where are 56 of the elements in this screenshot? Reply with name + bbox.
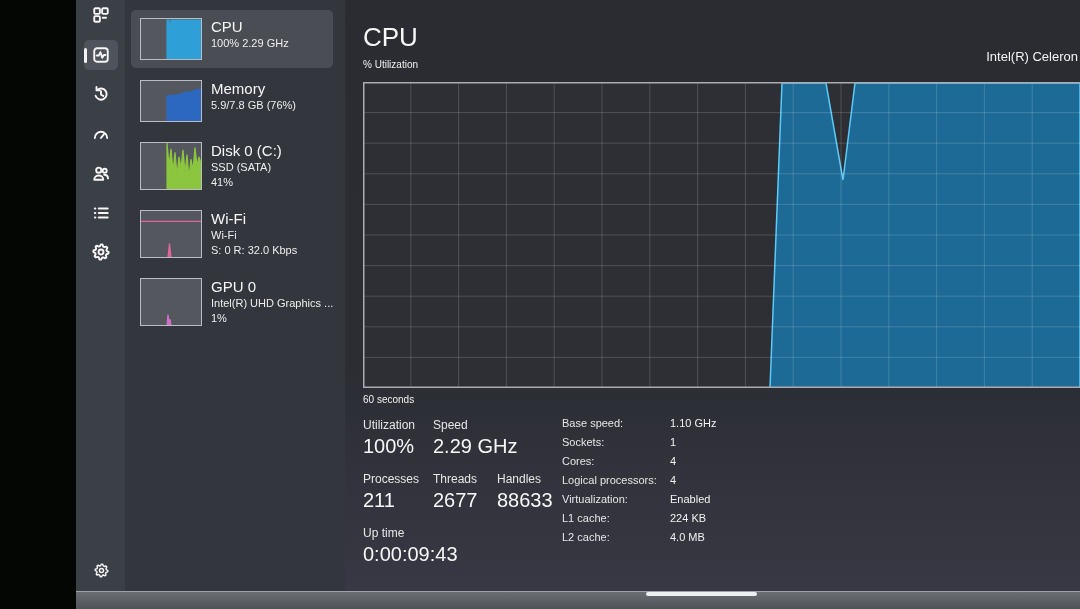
stat-value: 211 <box>363 488 395 513</box>
spec-label: Base speed: <box>562 417 624 430</box>
scrollbar-thumb[interactable] <box>646 592 757 596</box>
spec-value: 4.0 MB <box>670 531 705 544</box>
resource-name: CPU <box>211 18 243 36</box>
pulse-icon <box>92 45 110 64</box>
resource-item[interactable]: CPU 100% 2.29 GHz <box>131 10 333 68</box>
graph-label: % Utilization <box>363 59 419 71</box>
settings-icon <box>93 562 109 578</box>
stat-value: 2677 <box>433 488 478 513</box>
page-title: CPU <box>363 21 418 53</box>
spec-value: 1 <box>670 436 677 449</box>
resource-name: Wi-Fi <box>211 210 246 228</box>
stat-value: 100% <box>363 434 415 459</box>
spec-label: Virtualization: <box>562 493 628 506</box>
resource-item[interactable]: Memory 5.9/7.8 GB (76%) <box>131 72 333 130</box>
stat-label: Speed <box>433 417 468 433</box>
resource-detail: SSD (SATA) <box>211 160 272 175</box>
stat-value: 0:00:09:43 <box>363 542 458 567</box>
users-icon <box>92 164 110 182</box>
spec-value: 4 <box>670 455 677 468</box>
stat-label: Processes <box>363 471 420 487</box>
resource-detail: 1% <box>211 311 227 326</box>
stat-value: 2.29 GHz <box>433 434 518 459</box>
resource-detail: 5.9/7.8 GB (76%) <box>211 98 296 113</box>
spec-label: L1 cache: <box>562 512 610 525</box>
resource-name: GPU 0 <box>211 278 256 296</box>
resource-detail: Intel(R) UHD Graphics ... <box>211 296 334 311</box>
time-span-label: 60 seconds <box>363 394 415 406</box>
resource-item[interactable]: Disk 0 (C:) SSD (SATA) 41% <box>131 134 333 198</box>
nav-button[interactable] <box>84 39 118 70</box>
stat-label: Threads <box>433 471 478 487</box>
resource-item[interactable]: Wi-Fi Wi-Fi S: 0 R: 32.0 Kbps <box>131 202 333 266</box>
stat-label: Up time <box>363 525 405 541</box>
spec-label: L2 cache: <box>562 531 610 544</box>
spec-value: Enabled <box>670 493 711 506</box>
spec-label: Cores: <box>562 455 595 468</box>
spec-label: Logical processors: <box>562 474 657 487</box>
resource-detail: 41% <box>211 175 234 190</box>
resource-name: Memory <box>211 80 266 98</box>
blocks-icon <box>92 6 110 24</box>
spec-value: 1.10 GHz <box>670 417 717 430</box>
resource-detail: S: 0 R: 32.0 Kbps <box>211 243 298 258</box>
resource-detail: Wi-Fi <box>211 228 237 243</box>
resource-item[interactable]: GPU 0 Intel(R) UHD Graphics ... 1% <box>131 270 333 334</box>
history-icon <box>92 85 110 103</box>
spec-label: Sockets: <box>562 436 605 449</box>
gear-icon <box>92 243 110 261</box>
spec-value: 224 KB <box>670 512 707 525</box>
resource-detail: 100% 2.29 GHz <box>211 36 289 51</box>
stat-value: 88633 <box>497 488 553 513</box>
resource-name: Disk 0 (C:) <box>211 142 282 160</box>
stat-label: Utilization <box>363 417 416 433</box>
stat-label: Handles <box>497 471 542 487</box>
processor-name: Intel(R) Celeron <box>986 50 1079 64</box>
spec-value: 4 <box>670 474 677 487</box>
